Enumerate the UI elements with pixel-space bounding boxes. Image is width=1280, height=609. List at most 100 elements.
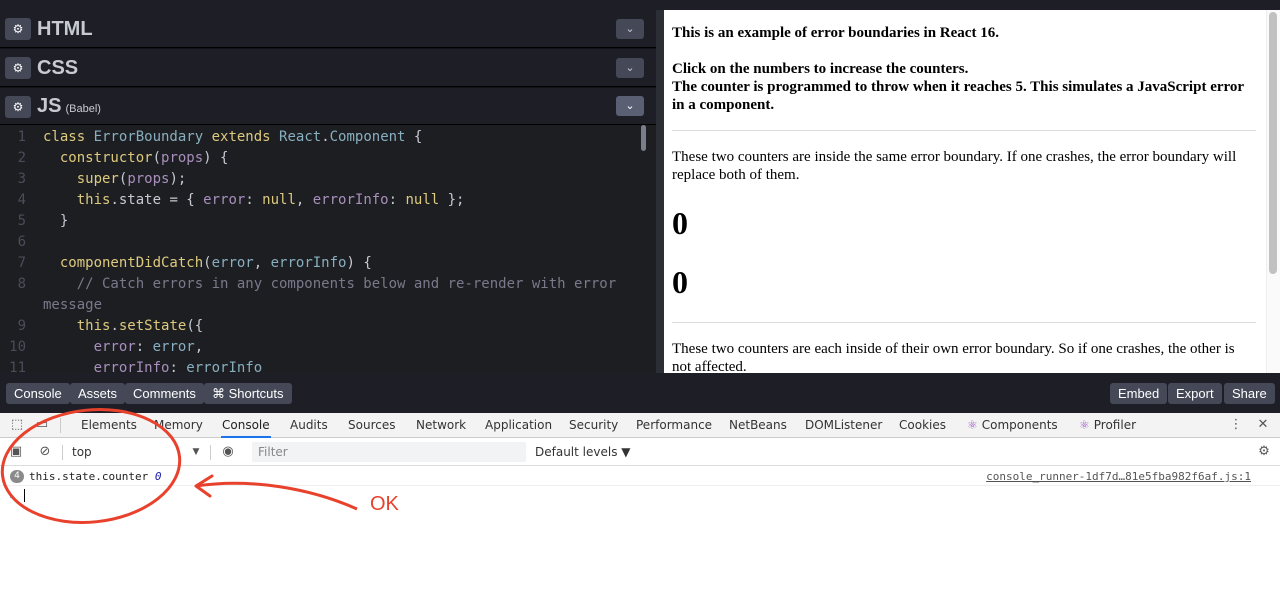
tab-audits[interactable]: Audits <box>289 413 329 438</box>
tab-network[interactable]: Network <box>415 413 467 438</box>
devtools-tab-bar: ⬚ ▭ Elements Memory Console Audits Sourc… <box>0 413 1280 438</box>
tab-components[interactable]: ⚛ Components <box>966 413 1059 438</box>
editor-scrollbar[interactable] <box>641 125 646 151</box>
tab-domlistener[interactable]: DOMListener <box>804 413 883 438</box>
code-line[interactable]: constructor(props) { <box>43 150 229 166</box>
close-devtools-icon[interactable]: ✕ <box>1255 417 1271 433</box>
editor-column: ⚙ HTML ⌄ ⚙ CSS ⌄ ⚙ JS (Babel) ⌄ 1 2 3 4 5 6 7 8 9… <box>0 10 656 373</box>
css-settings-gear-icon[interactable]: ⚙ <box>5 57 31 79</box>
html-panel-header[interactable]: ⚙ HTML ⌄ <box>0 10 656 48</box>
log-levels-dropdown[interactable]: Default levels ▼ <box>535 445 631 459</box>
show-sidebar-icon[interactable]: ▣ <box>8 444 24 460</box>
tab-console[interactable]: Console <box>221 413 271 438</box>
code-line[interactable]: this.setState({ <box>43 318 203 334</box>
console-settings-gear-icon[interactable]: ⚙ <box>1256 444 1272 460</box>
comments-button[interactable]: Comments <box>125 383 204 404</box>
console-input-caret[interactable] <box>24 489 25 502</box>
tab-memory[interactable]: Memory <box>153 413 204 438</box>
js-collapse-chevron-icon[interactable]: ⌄ <box>616 96 644 116</box>
code-line[interactable]: super(props); <box>43 171 187 187</box>
code-token: React <box>279 129 322 145</box>
tab-profiler[interactable]: ⚛ Profiler <box>1078 413 1137 438</box>
console-button[interactable]: Console <box>6 383 70 404</box>
code-line[interactable]: // Catch errors in any components below … <box>43 276 616 292</box>
line-number: 11 <box>9 360 26 373</box>
code-token: , <box>253 255 271 271</box>
tab-application[interactable]: Application <box>484 413 553 438</box>
device-toolbar-icon[interactable]: ▭ <box>34 417 50 433</box>
code-token: ( <box>203 255 212 271</box>
tab-performance[interactable]: Performance <box>635 413 713 438</box>
code-line[interactable]: this.state = { error: null, errorInfo: n… <box>43 192 465 208</box>
separator <box>210 445 211 460</box>
clear-console-icon[interactable]: ⊘ <box>37 444 53 460</box>
separator <box>60 418 61 433</box>
more-options-icon[interactable]: ⋮ <box>1228 417 1244 433</box>
context-selector[interactable]: top <box>72 445 92 459</box>
code-line[interactable]: error: error, <box>43 339 204 355</box>
js-panel-header[interactable]: ⚙ JS (Babel) ⌄ <box>0 88 656 125</box>
console-prompt-icon: › <box>8 489 15 502</box>
annotation-label: OK <box>370 493 399 515</box>
code-token: . <box>321 129 330 145</box>
code-token: constructor <box>59 150 153 166</box>
tab-security[interactable]: Security <box>568 413 619 438</box>
context-dropdown-icon[interactable]: ▼ <box>188 444 204 460</box>
tab-netbeans[interactable]: NetBeans <box>728 413 788 438</box>
js-code-editor[interactable]: 1 2 3 4 5 6 7 8 9 10 11 class ErrorBoundary extend… <box>0 125 656 373</box>
css-collapse-chevron-icon[interactable]: ⌄ <box>616 58 644 78</box>
html-collapse-chevron-icon[interactable]: ⌄ <box>616 19 644 39</box>
shortcuts-button[interactable]: ⌘ Shortcuts <box>204 383 292 404</box>
code-line[interactable]: } <box>43 213 68 229</box>
code-line[interactable]: message <box>43 297 102 313</box>
tab-sources[interactable]: Sources <box>347 413 396 438</box>
code-token: : <box>135 339 153 355</box>
code-line[interactable]: componentDidCatch(error, errorInfo) { <box>43 255 372 271</box>
log-source-link[interactable]: console_runner-1df7d…81e5fba982f6af.js:1 <box>986 470 1251 483</box>
separator <box>62 445 63 460</box>
counter-2[interactable]: 0 <box>672 264 1256 300</box>
embed-button[interactable]: Embed <box>1110 383 1168 404</box>
js-settings-gear-icon[interactable]: ⚙ <box>5 96 31 118</box>
react-icon: ⚛ <box>1079 418 1090 432</box>
line-number: 7 <box>17 255 26 271</box>
css-panel-header[interactable]: ⚙ CSS ⌄ <box>0 49 656 87</box>
pane-resize-divider[interactable] <box>656 10 664 373</box>
code-token: // Catch errors in any components below … <box>76 276 617 292</box>
tab-elements[interactable]: Elements <box>80 413 138 438</box>
code-token: errorInfo <box>312 192 389 208</box>
live-expression-eye-icon[interactable]: ◉ <box>220 444 236 460</box>
code-token: : <box>388 192 406 208</box>
counter-1[interactable]: 0 <box>672 205 1256 241</box>
code-token: errorInfo <box>93 360 170 373</box>
code-token: ); <box>169 171 187 187</box>
preview-scroll-thumb[interactable] <box>1269 12 1277 274</box>
code-token: } <box>43 213 69 229</box>
preview-scrollbar[interactable] <box>1266 10 1280 373</box>
console-filter-input[interactable]: Filter <box>252 442 526 462</box>
repeat-count-badge: 4 <box>10 470 24 483</box>
code-token: this <box>76 192 111 208</box>
html-settings-gear-icon[interactable]: ⚙ <box>5 18 31 40</box>
separate-boundary-description: These two counters are each inside of th… <box>672 341 1235 373</box>
code-token: null <box>262 192 296 208</box>
result-preview: This is an example of error boundaries i… <box>664 10 1280 373</box>
code-line[interactable]: class ErrorBoundary extends React.Compon… <box>43 129 422 145</box>
tab-cookies[interactable]: Cookies <box>898 413 947 438</box>
line-number: 10 <box>9 339 26 355</box>
console-log-entry: 4 this.state.counter 0 console_runner-1d… <box>0 467 1280 486</box>
console-filter-bar: ▣ ⊘ top ▼ ◉ Filter Default levels ▼ ⚙ <box>0 439 1280 466</box>
code-token: extends <box>211 129 280 145</box>
inspect-element-icon[interactable]: ⬚ <box>9 417 25 433</box>
export-button[interactable]: Export <box>1168 383 1222 404</box>
code-line[interactable]: errorInfo: errorInfo <box>43 360 263 373</box>
tab-components-label: Components <box>981 418 1058 432</box>
code-token: , <box>194 339 204 355</box>
code-token: .state = { <box>110 192 204 208</box>
share-button[interactable]: Share <box>1224 383 1275 404</box>
line-number: 4 <box>17 192 26 208</box>
code-token: class <box>43 129 94 145</box>
assets-button[interactable]: Assets <box>70 383 126 404</box>
